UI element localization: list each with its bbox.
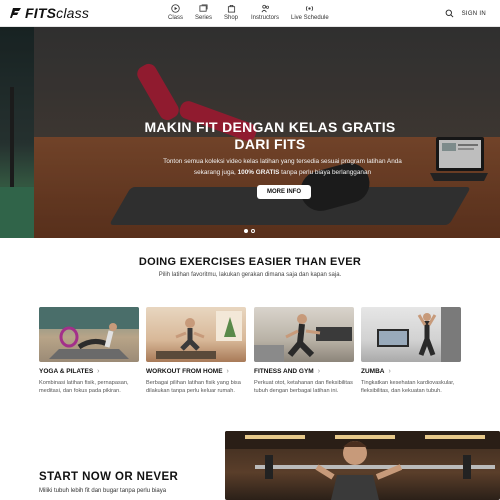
- nav-item-shop[interactable]: Shop: [224, 4, 238, 21]
- series-icon: [199, 4, 208, 12]
- section-subtitle: Pilih latihan favoritmu, lakukan gerakan…: [158, 272, 342, 278]
- zumba-illustration: [377, 307, 461, 362]
- nav-item-class[interactable]: Class: [168, 4, 183, 21]
- hero-title: MAKIN FIT DENGAN KELAS GRATIS DARI FITS: [144, 119, 396, 152]
- nav-label: Shop: [224, 15, 239, 21]
- chevron-right-icon: ›: [388, 368, 391, 375]
- play-circle-icon: [171, 4, 180, 13]
- card-description: Berbagai pilihan latihan fisik yang bisa…: [146, 380, 241, 394]
- card-description: Kombinasi latihan fisik, pernapasan, med…: [39, 380, 129, 394]
- barbell-man-illustration: [225, 431, 500, 500]
- home-workout-illustration: [156, 311, 242, 359]
- chevron-right-icon: ›: [97, 368, 100, 375]
- category-card-workout-from-home[interactable]: WORKOUT FROM HOME › Berbagai pilihan lati…: [146, 307, 246, 395]
- zumba-image: [361, 307, 461, 362]
- chevron-right-icon: ›: [317, 368, 321, 375]
- live-icon: [306, 5, 314, 12]
- card-title: WORKOUT FROM HOME ›: [146, 368, 246, 375]
- card-title-text: YOGA & PILATES: [39, 368, 94, 375]
- yoga-scene-illustration: [39, 307, 139, 359]
- bottom-section-title: START NOW OR NEVER: [39, 471, 179, 483]
- top-navbar: FITS class Class Series Shop Instructors …: [0, 0, 500, 27]
- hero-subtitle-text-end: tanpa perlu biaya berlangganan: [279, 169, 372, 176]
- instructors-icon: [261, 4, 269, 13]
- nav-item-live-schedule[interactable]: Live Schedule: [291, 4, 329, 21]
- more-info-button[interactable]: MORE INFO: [257, 185, 311, 199]
- gym-illustration: [254, 314, 352, 362]
- card-title: FITNESS AND GYM ›: [254, 368, 354, 375]
- card-title-text: ZUMBA: [361, 368, 385, 375]
- section-title: DOING EXERCISES EASIER THAN EVER: [138, 256, 362, 268]
- chevron-right-icon: ›: [226, 368, 229, 375]
- nav-label: Instructors: [251, 15, 280, 21]
- category-card-zumba[interactable]: ZUMBA › Tingkatkan kesehatan kardiovaskul…: [361, 307, 461, 395]
- card-description: Perkuat otot, ketahanan dan fleksibilita…: [254, 380, 353, 394]
- card-description: Tingkatkan kesehatan kardiovaskular, fle…: [361, 380, 455, 394]
- hero-subtitle: Tonton semua koleksi video kelas latihan…: [150, 156, 415, 178]
- category-card-yoga-pilates[interactable]: YOGA & PILATES › Kombinasi latihan fisik,…: [39, 307, 139, 395]
- carousel-dots: [244, 229, 255, 233]
- nav-label: Series: [195, 15, 213, 21]
- hero-subtitle-bold: 100% GRATIS: [237, 169, 280, 176]
- gym-barbell-image: [225, 431, 500, 500]
- card-title: YOGA & PILATES ›: [39, 368, 139, 375]
- nav-item-instructors[interactable]: Instructors: [251, 4, 279, 21]
- category-cards: YOGA & PILATES › Kombinasi latihan fisik,…: [39, 307, 462, 407]
- card-title-text: FITNESS AND GYM: [254, 368, 314, 375]
- nav-label: Live Schedule: [291, 15, 329, 21]
- shopping-bag-icon: [227, 4, 235, 13]
- header-actions: SIGN IN: [445, 9, 486, 18]
- nav-item-series[interactable]: Series: [195, 4, 212, 21]
- carousel-dot-1[interactable]: [244, 229, 248, 233]
- main-nav: Class Series Shop Instructors Live Sched…: [0, 4, 500, 24]
- carousel-dot-2[interactable]: [251, 229, 255, 233]
- nav-label: Class: [168, 15, 184, 21]
- sign-in-link[interactable]: SIGN IN: [462, 11, 486, 17]
- card-title-text: WORKOUT FROM HOME: [146, 368, 223, 375]
- fitness-gym-image: [254, 307, 354, 362]
- yoga-pilates-image: [39, 307, 139, 362]
- workout-from-home-image: [146, 307, 246, 362]
- hero-banner[interactable]: MAKIN FIT DENGAN KELAS GRATIS DARI FITS …: [0, 27, 500, 238]
- bottom-section-subtitle: Miliki tubuh lebih fit dan bugar tanpa p…: [39, 488, 167, 494]
- card-title: ZUMBA ›: [361, 368, 461, 375]
- category-card-fitness-and-gym[interactable]: FITNESS AND GYM › Perkuat otot, ketahanan…: [254, 307, 354, 395]
- search-icon[interactable]: [445, 9, 454, 18]
